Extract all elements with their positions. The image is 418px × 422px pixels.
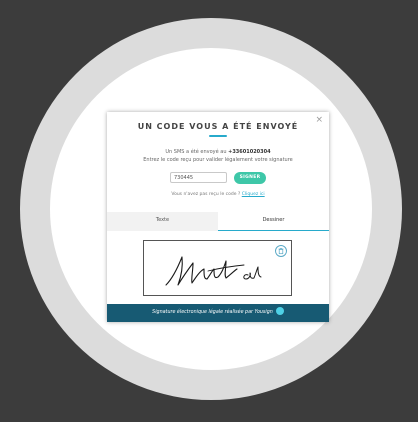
sms-sent-text: Un SMS a été envoyé au +33601020304	[107, 149, 329, 155]
code-input[interactable]: 730445	[170, 172, 227, 183]
yousign-logo-icon	[275, 306, 284, 315]
footer-text: Signature électronique légale réalisée p…	[152, 310, 273, 315]
resend-link[interactable]: Cliquez ici	[242, 192, 265, 197]
phone-number: +33601020304	[228, 149, 271, 155]
sms-sent-prefix: Un SMS a été envoyé au	[165, 149, 229, 155]
footer-bar: Signature électronique légale réalisée p…	[107, 304, 329, 322]
modal-title: UN CODE VOUS A ÉTÉ ENVOYÉ	[137, 122, 299, 131]
title-underline	[209, 135, 227, 137]
handwritten-signature	[165, 256, 262, 286]
signature-tabs: Texte Dessiner	[107, 212, 329, 231]
resend-text: Vous n'avez pas reçu le code ? Cliquez i…	[107, 192, 329, 197]
tab-dessiner[interactable]: Dessiner	[218, 212, 329, 231]
tab-texte[interactable]: Texte	[107, 212, 218, 231]
resend-prefix: Vous n'avez pas reçu le code ?	[171, 192, 242, 197]
instruction-text: Entrez le code reçu pour valider légalem…	[143, 157, 293, 163]
signature-drawing-area[interactable]	[143, 240, 292, 296]
trash-icon[interactable]	[275, 245, 287, 257]
sms-code-modal: × UN CODE VOUS A ÉTÉ ENVOYÉ Un SMS a été…	[107, 112, 329, 322]
sign-button[interactable]: SIGNER	[234, 172, 266, 184]
